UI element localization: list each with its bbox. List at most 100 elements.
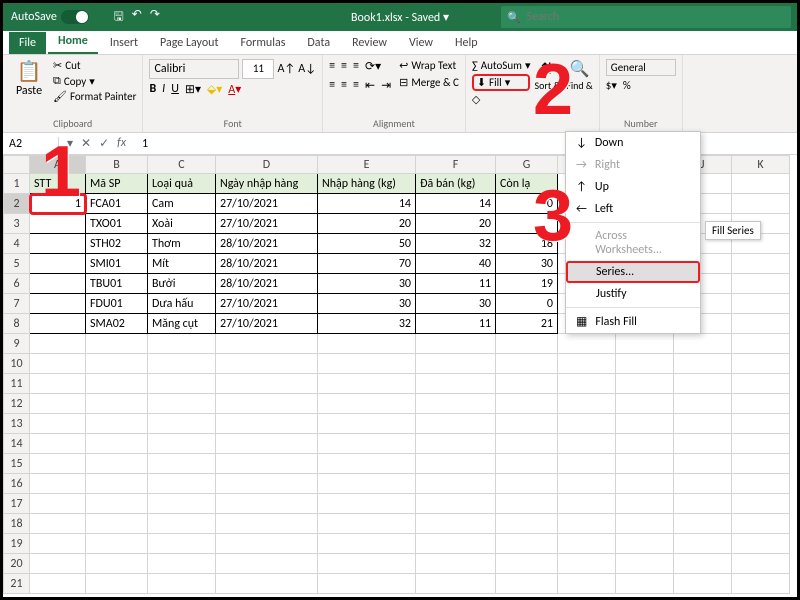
align-left-icon[interactable]: ≡ [329,78,335,93]
cell-K7[interactable] [732,294,790,314]
cell-C4[interactable]: Thơm [148,234,216,254]
cell-G20[interactable] [496,554,558,574]
search-input[interactable] [527,10,664,24]
cell-K21[interactable] [732,574,790,594]
cell-J19[interactable] [674,534,732,554]
cell-A19[interactable] [30,534,86,554]
cell-F14[interactable] [416,434,496,454]
cell-B20[interactable] [86,554,148,574]
align-center-icon[interactable]: ≡ [341,78,347,93]
cell-A11[interactable] [30,374,86,394]
col-header-B[interactable]: B [86,156,148,174]
cell-F7[interactable]: 30 [416,294,496,314]
tab-page-layout[interactable]: Page Layout [150,32,228,54]
clear-button[interactable]: ◇ [472,93,531,106]
font-size-select[interactable]: 11 [242,59,274,79]
number-format-select[interactable]: General [606,59,676,76]
cell-I10[interactable] [616,354,674,374]
row-header-17[interactable]: 17 [4,494,30,514]
cell-C5[interactable]: Mít [148,254,216,274]
cell-I9[interactable] [616,334,674,354]
cell-D13[interactable] [216,414,318,434]
cell-I20[interactable] [616,554,674,574]
col-header-K[interactable]: K [732,156,790,174]
cell-J12[interactable] [674,394,732,414]
cell-C6[interactable]: Bưởi [148,274,216,294]
cell-F9[interactable] [416,334,496,354]
row-header-9[interactable]: 9 [4,334,30,354]
fill-down-item[interactable]: ↓Down [566,132,700,154]
cell-D14[interactable] [216,434,318,454]
row-header-4[interactable]: 4 [4,234,30,254]
sort-filter-button[interactable]: ⇅Sort & [534,59,560,92]
font-color-button[interactable]: A▾ [228,82,241,97]
autosave-toggle[interactable]: AutoSave On [11,10,104,24]
row-header-21[interactable]: 21 [4,574,30,594]
cell-I12[interactable] [616,394,674,414]
undo-icon[interactable]: ↶ [132,7,142,28]
cell-E7[interactable]: 30 [318,294,416,314]
cell-I14[interactable] [616,434,674,454]
tab-formulas[interactable]: Formulas [230,32,295,54]
cell-E6[interactable]: 30 [318,274,416,294]
cell-A6[interactable] [30,274,86,294]
increase-font-icon[interactable]: A↑ [277,62,295,76]
cell-K10[interactable] [732,354,790,374]
cell-C13[interactable] [148,414,216,434]
autosum-button[interactable]: ∑AutoSum▾ [472,59,531,72]
cell-D2[interactable]: 27/10/2021 [216,194,318,214]
cell-F20[interactable] [416,554,496,574]
cell-D17[interactable] [216,494,318,514]
cell-C20[interactable] [148,554,216,574]
cell-F3[interactable]: 20 [416,214,496,234]
cell-I19[interactable] [616,534,674,554]
cell-E17[interactable] [318,494,416,514]
orientation-icon[interactable]: ⟳▾ [365,59,381,74]
format-painter-button[interactable]: 🖌Format Painter [53,90,136,103]
cell-K9[interactable] [732,334,790,354]
col-header-C[interactable]: C [148,156,216,174]
cell-H11[interactable] [558,374,616,394]
cell-E9[interactable] [318,334,416,354]
row-header-19[interactable]: 19 [4,534,30,554]
cell-J15[interactable] [674,454,732,474]
cell-K17[interactable] [732,494,790,514]
cell-B3[interactable]: TXO01 [86,214,148,234]
cell-D16[interactable] [216,474,318,494]
cell-J9[interactable] [674,334,732,354]
cell-B21[interactable] [86,574,148,594]
row-header-15[interactable]: 15 [4,454,30,474]
cell-H10[interactable] [558,354,616,374]
cell-E16[interactable] [318,474,416,494]
document-title[interactable]: Book1.xlsx - Saved ▾ [351,10,449,25]
cell-A3[interactable] [30,214,86,234]
cell-B6[interactable]: TBU01 [86,274,148,294]
cell-B2[interactable]: FCA01 [86,194,148,214]
col-header-A[interactable]: A [30,156,86,174]
find-select-button[interactable]: 🔍Find & [566,59,592,92]
cell-C1[interactable]: Loại quả [148,174,216,194]
cell-K12[interactable] [732,394,790,414]
cell-A12[interactable] [30,394,86,414]
col-header-D[interactable]: D [216,156,318,174]
cell-C14[interactable] [148,434,216,454]
cell-A13[interactable] [30,414,86,434]
enter-formula-icon[interactable]: ✕ [81,136,91,151]
cell-E1[interactable]: Nhập hàng (kg) [318,174,416,194]
cell-G2[interactable]: 0 [496,194,558,214]
cell-F12[interactable] [416,394,496,414]
save-icon[interactable]: 🖫 [114,7,124,28]
cell-E19[interactable] [318,534,416,554]
tab-insert[interactable]: Insert [100,32,148,54]
tab-help[interactable]: Help [445,32,488,54]
tab-view[interactable]: View [399,32,443,54]
cell-C15[interactable] [148,454,216,474]
cell-D5[interactable]: 28/10/2021 [216,254,318,274]
cell-C7[interactable]: Dưa hấu [148,294,216,314]
redo-icon[interactable]: ↷ [150,7,160,28]
cell-E10[interactable] [318,354,416,374]
cell-A15[interactable] [30,454,86,474]
currency-icon[interactable]: $▾ [606,79,617,92]
cell-G9[interactable] [496,334,558,354]
cell-D9[interactable] [216,334,318,354]
